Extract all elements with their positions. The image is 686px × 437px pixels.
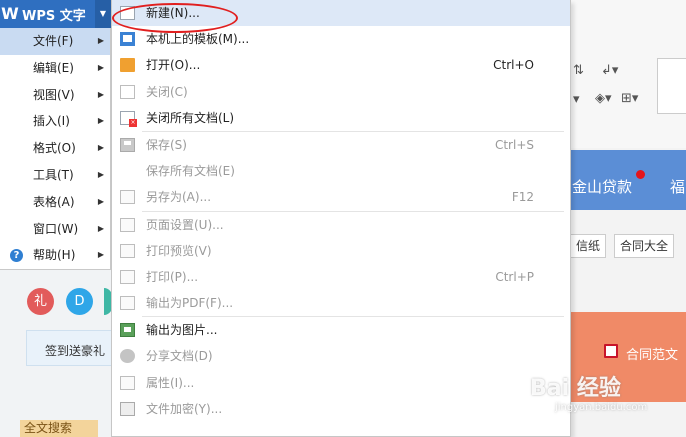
menu-export-image[interactable]: 输出为图片... — [112, 317, 570, 343]
close-all-icon: × — [120, 110, 137, 127]
notification-dot — [636, 170, 645, 179]
chevron-right-icon: ▶ — [97, 116, 104, 126]
menu-new[interactable]: 新建(N)... — [112, 0, 570, 27]
baidu-watermark-url: jingyan.baidu.com — [555, 402, 648, 413]
indent-icon[interactable]: ↲▾ — [601, 63, 618, 78]
menu-page-setup[interactable]: 页面设置(U)... — [112, 212, 570, 238]
banner-text-extra[interactable]: 福 — [670, 176, 685, 197]
folder-icon — [120, 58, 135, 73]
print-icon — [120, 269, 135, 284]
menu-close[interactable]: 关闭(C) — [112, 79, 570, 105]
wps-menu-button[interactable]: W WPS 文字 ▼ — [0, 0, 111, 28]
ribbon-toolbar: ⇅ ↲▾ ▾ ◈▾ ⊞▾ — [560, 0, 686, 148]
close-doc-icon — [120, 84, 135, 99]
chevron-right-icon: ▶ — [97, 196, 104, 206]
menu-export-pdf[interactable]: 输出为PDF(F)... — [112, 290, 570, 316]
tag-letter-paper[interactable]: 信纸 — [570, 234, 607, 258]
menu-open[interactable]: 打开(O)... Ctrl+O — [112, 52, 570, 78]
menu-item-table[interactable]: 表格(A) ▶ — [0, 189, 110, 216]
menu-properties[interactable]: 属性(I)... — [112, 370, 570, 396]
new-doc-icon — [120, 6, 135, 20]
banner-text-loan[interactable]: 金山贷款 — [572, 176, 632, 197]
dropdown-icon[interactable]: ▾ — [573, 92, 580, 107]
baidu-watermark: Bai 经验 — [530, 376, 621, 401]
contract-link[interactable]: 合同范文 — [626, 344, 678, 363]
wps-logo-icon: W — [1, 4, 19, 23]
chevron-right-icon: ▶ — [97, 62, 104, 72]
template-icon — [120, 32, 135, 47]
chevron-right-icon: ▶ — [97, 250, 104, 260]
book-icon — [604, 344, 618, 358]
share-icon — [120, 349, 135, 364]
tag-contracts[interactable]: 合同大全 — [614, 234, 675, 258]
image-export-icon — [120, 323, 135, 338]
menu-encrypt[interactable]: 文件加密(Y)... — [112, 396, 570, 422]
app-title: WPS 文字 — [22, 8, 86, 24]
encrypt-icon — [120, 401, 135, 416]
menu-item-insert[interactable]: 插入(I) ▶ — [0, 108, 110, 135]
gift-icon[interactable]: 礼 — [27, 288, 54, 315]
menu-item-edit[interactable]: 编辑(E) ▶ — [0, 55, 110, 82]
menu-item-format[interactable]: 格式(O) ▶ — [0, 135, 110, 162]
page-setup-icon — [120, 217, 135, 232]
menu-save-as[interactable]: 另存为(A)... F12 — [112, 184, 570, 210]
save-icon — [120, 137, 135, 152]
menu-item-window[interactable]: 窗口(W) ▶ — [0, 216, 110, 243]
menu-item-tools[interactable]: 工具(T) ▶ — [0, 162, 110, 189]
print-preview-icon — [120, 243, 135, 258]
chevron-right-icon: ▶ — [97, 169, 104, 179]
properties-icon — [120, 375, 135, 390]
menu-save-all[interactable]: 保存所有文档(E) — [112, 158, 570, 184]
menu-local-templates[interactable]: 本机上的模板(M)... — [112, 26, 570, 52]
signin-banner[interactable]: 签到送豪礼 — [26, 330, 112, 366]
menu-item-file[interactable]: 文件(F) ▶ — [0, 28, 110, 55]
border-icon[interactable]: ⊞▾ — [621, 91, 638, 106]
spacing-icon[interactable]: ⇅ — [573, 63, 584, 78]
menu-item-help[interactable]: ? 帮助(H) ▶ — [0, 242, 110, 269]
fill-color-icon[interactable]: ◈▾ — [595, 91, 612, 106]
chevron-right-icon: ▶ — [97, 143, 104, 153]
menu-print[interactable]: 打印(P)... Ctrl+P — [112, 264, 570, 290]
menu-share[interactable]: 分享文档(D) — [112, 343, 570, 369]
docer-icon[interactable]: D — [66, 288, 93, 315]
fulltext-search-tag[interactable]: 全文搜索 — [20, 420, 98, 437]
file-submenu: 新建(N)... 本机上的模板(M)... 打开(O)... Ctrl+O 关闭(… — [111, 0, 571, 437]
menu-print-preview[interactable]: 打印预览(V) — [112, 238, 570, 264]
chevron-right-icon: ▶ — [97, 223, 104, 233]
save-as-icon — [120, 190, 135, 205]
pdf-icon — [120, 296, 135, 311]
chevron-right-icon: ▶ — [97, 36, 104, 45]
help-icon: ? — [10, 249, 23, 263]
chevron-down-icon[interactable]: ▼ — [95, 0, 111, 28]
menu-item-view[interactable]: 视图(V) ▶ — [0, 82, 110, 109]
chevron-right-icon: ▶ — [97, 89, 104, 99]
menu-close-all[interactable]: × 关闭所有文档(L) — [112, 105, 570, 131]
style-preview-box[interactable] — [657, 58, 686, 114]
main-menu: 文件(F) ▶ 编辑(E) ▶ 视图(V) ▶ 插入(I) ▶ 格式(O) ▶ 工具(T)… — [0, 28, 111, 270]
menu-save[interactable]: 保存(S) Ctrl+S — [112, 132, 570, 158]
